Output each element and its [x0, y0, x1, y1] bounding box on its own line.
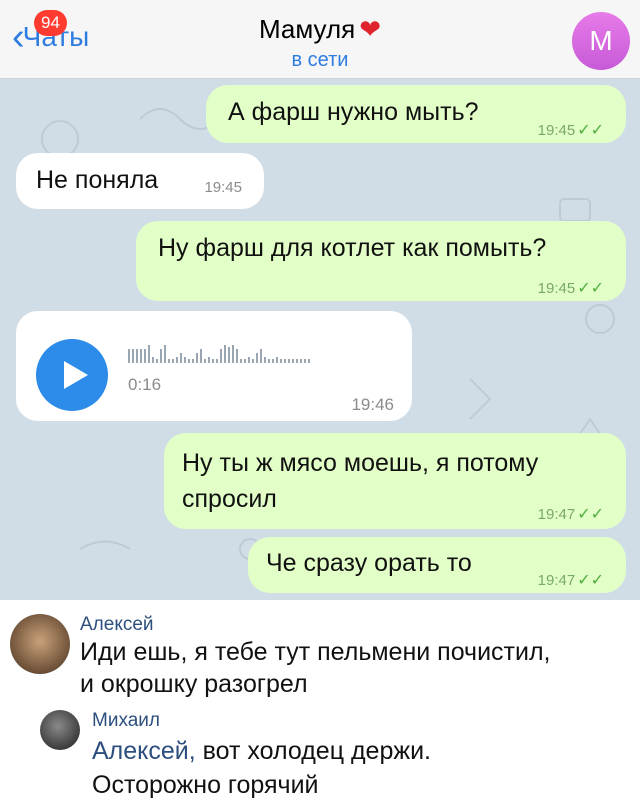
- waveform-bar: [300, 359, 302, 363]
- voice-message[interactable]: 0:16 19:46: [16, 311, 412, 421]
- waveform-bar: [136, 349, 138, 363]
- heart-icon: ❤: [359, 14, 382, 44]
- waveform-bar: [260, 349, 262, 363]
- waveform-bar: [244, 359, 246, 363]
- waveform-bar: [212, 359, 214, 363]
- read-check-icon: ✓✓: [577, 572, 604, 589]
- comment-author[interactable]: Алексей: [80, 614, 154, 636]
- comment-text: Иди ешь, я тебе тут пельмени почистил, и…: [80, 638, 551, 698]
- waveform-bar: [204, 359, 206, 363]
- waveform-bar: [144, 349, 146, 363]
- chat-title: Мамуля ❤: [259, 14, 381, 45]
- message-incoming[interactable]: Не поняла 19:45: [16, 153, 264, 209]
- contact-avatar[interactable]: М: [572, 12, 630, 70]
- message-time: 19:47 ✓✓: [537, 506, 604, 523]
- waveform-bar: [252, 359, 254, 363]
- message-outgoing[interactable]: А фарш нужно мыть? 19:45 ✓✓: [206, 85, 626, 143]
- waveform-bar: [288, 359, 290, 363]
- waveform-bar: [176, 357, 178, 363]
- waveform-bar: [276, 357, 278, 363]
- message-text: Ну фарш для котлет как помыть?: [158, 234, 547, 262]
- waveform-bar: [280, 359, 282, 363]
- waveform-bar: [168, 359, 170, 363]
- waveform-bar: [188, 359, 190, 363]
- waveform-bar: [160, 349, 162, 363]
- mention-link[interactable]: Алексей,: [92, 737, 196, 765]
- waveform-bar: [248, 357, 250, 363]
- waveform-bar: [200, 349, 202, 363]
- waveform-bar: [304, 359, 306, 363]
- online-status: в сети: [291, 49, 349, 71]
- waveform-bar: [256, 353, 258, 363]
- waveform-bar: [228, 347, 230, 363]
- contact-name: Мамуля: [258, 14, 356, 44]
- chat-title-area[interactable]: Мамуля ❤ в сети: [0, 14, 640, 72]
- chat-area: А фарш нужно мыть? 19:45 ✓✓ Не поняла 19:…: [0, 79, 640, 600]
- waveform-bar: [132, 349, 134, 363]
- waveform-bar: [240, 359, 242, 363]
- waveform-bar: [296, 359, 298, 363]
- chat-header: ‹ Чаты 94 Мамуля ❤ в сети М: [0, 0, 640, 79]
- voice-duration: 0:16: [128, 375, 162, 394]
- message-outgoing[interactable]: Че сразу орать то 19:47 ✓✓: [248, 537, 626, 593]
- comments-section: Алексей Иди ешь, я тебе тут пельмени поч…: [0, 600, 640, 810]
- message-time: 19:46: [351, 395, 394, 414]
- waveform-bar: [268, 359, 270, 363]
- comment-author[interactable]: Михаил: [92, 710, 160, 732]
- waveform-bar: [196, 353, 198, 363]
- read-check-icon: ✓✓: [577, 280, 604, 297]
- message-time: 19:47 ✓✓: [537, 572, 604, 589]
- waveform-bar: [148, 345, 150, 363]
- message-time: 19:45: [204, 179, 242, 196]
- waveform-bar: [216, 359, 218, 363]
- waveform-bar: [140, 349, 142, 363]
- read-check-icon: ✓✓: [577, 506, 604, 523]
- waveform-bar: [292, 359, 294, 363]
- waveform-bar: [284, 359, 286, 363]
- avatar[interactable]: [40, 710, 80, 750]
- waveform-bar: [232, 345, 234, 363]
- waveform-bar: [264, 357, 266, 363]
- message-text: Че сразу орать то: [266, 549, 472, 577]
- waveform: [128, 341, 310, 363]
- message-time: 19:45 ✓✓: [537, 280, 604, 297]
- waveform-bar: [272, 359, 274, 363]
- waveform-bar: [156, 359, 158, 363]
- waveform-bar: [152, 357, 154, 363]
- message-outgoing[interactable]: Ну фарш для котлет как помыть? 19:45 ✓✓: [136, 221, 626, 301]
- waveform-bar: [184, 357, 186, 363]
- waveform-bar: [224, 345, 226, 363]
- avatar[interactable]: [10, 614, 70, 674]
- waveform-bar: [192, 359, 194, 363]
- message-text: Не поняла: [36, 166, 159, 194]
- waveform-bar: [308, 359, 310, 363]
- waveform-bar: [180, 353, 182, 363]
- waveform-bar: [208, 357, 210, 363]
- message-time: 19:45 ✓✓: [537, 122, 604, 139]
- message-text: А фарш нужно мыть?: [228, 98, 479, 126]
- waveform-bar: [236, 349, 238, 363]
- waveform-bar: [220, 349, 222, 363]
- waveform-bar: [128, 349, 130, 363]
- message-text: Ну ты ж мясо моешь, я потому спросил: [182, 449, 539, 513]
- avatar-letter: М: [589, 25, 613, 56]
- comment-text: Алексей, вот холодец держи. Осторожно го…: [92, 737, 431, 799]
- play-icon[interactable]: [36, 339, 108, 411]
- waveform-bar: [164, 345, 166, 363]
- read-check-icon: ✓✓: [577, 122, 604, 139]
- waveform-bar: [172, 359, 174, 363]
- message-outgoing[interactable]: Ну ты ж мясо моешь, я потому спросил 19:…: [164, 433, 626, 529]
